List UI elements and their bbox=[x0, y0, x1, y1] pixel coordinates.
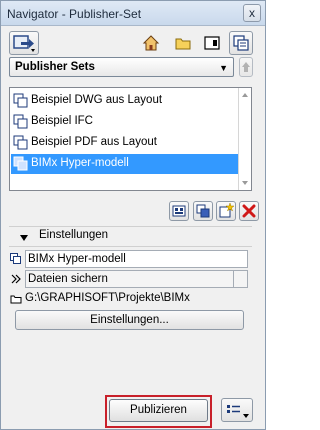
new-item-icon bbox=[219, 202, 235, 218]
publisher-set-icon bbox=[13, 93, 28, 108]
chevron-down-icon: ▼ bbox=[219, 63, 228, 73]
scroll-up-icon bbox=[242, 93, 248, 97]
folder-icon[interactable] bbox=[174, 34, 192, 52]
name-row: BIMx Hyper-modell bbox=[9, 250, 252, 268]
path-value[interactable]: G:\GRAPHISOFT\Projekte\BIMx bbox=[25, 292, 190, 304]
close-button[interactable]: x bbox=[243, 4, 261, 22]
navigator-window: Navigator - Publisher-Set x Publisher Se… bbox=[0, 0, 266, 430]
house-icon[interactable] bbox=[142, 34, 160, 52]
collapse-triangle-icon[interactable] bbox=[19, 233, 29, 243]
list-options-icon bbox=[227, 405, 249, 418]
publisher-set-icon bbox=[13, 114, 28, 129]
delete-icon bbox=[242, 204, 256, 218]
publisher-sets-icon bbox=[233, 35, 249, 51]
up-arrow-icon bbox=[242, 62, 250, 72]
publisher-set-icon bbox=[10, 253, 21, 264]
new-set-icon bbox=[172, 205, 186, 217]
save-mode-dropdown-arrow bbox=[233, 271, 247, 287]
window-title: Navigator - Publisher-Set bbox=[7, 7, 142, 21]
set-name-value: BIMx Hyper-modell bbox=[28, 253, 126, 265]
publisher-set-list[interactable]: Beispiel DWG aus Layout Beispiel IFC Bei… bbox=[9, 87, 252, 191]
save-mode-select[interactable]: Dateien sichern bbox=[25, 270, 248, 288]
save-mode-row: Dateien sichern bbox=[9, 270, 252, 288]
list-item-label: Beispiel PDF aus Layout bbox=[31, 136, 157, 148]
list-item-label: BIMx Hyper-modell bbox=[31, 157, 129, 169]
duplicate-set-button[interactable] bbox=[193, 201, 213, 221]
duplicate-icon bbox=[196, 204, 210, 218]
new-item-button[interactable] bbox=[216, 201, 236, 221]
divider bbox=[9, 226, 252, 227]
navigator-options-icon bbox=[13, 35, 35, 52]
publish-button[interactable]: Publizieren bbox=[109, 399, 208, 422]
list-scrollbar[interactable] bbox=[238, 88, 251, 190]
folder-icon bbox=[10, 295, 22, 304]
path-row: G:\GRAPHISOFT\Projekte\BIMx bbox=[9, 290, 252, 306]
layout-icon[interactable] bbox=[203, 34, 221, 52]
expand-chevron-icon bbox=[11, 274, 21, 284]
publisher-set-icon bbox=[13, 135, 28, 150]
publish-options-button[interactable] bbox=[221, 398, 253, 422]
list-item-selected[interactable]: BIMx Hyper-modell bbox=[11, 154, 239, 174]
list-item[interactable]: Beispiel PDF aus Layout bbox=[11, 133, 239, 153]
navigator-options-button[interactable] bbox=[9, 31, 39, 55]
close-icon: x bbox=[249, 6, 255, 20]
scroll-down-icon bbox=[242, 181, 248, 185]
publisher-set-icon bbox=[13, 156, 28, 171]
save-mode-value: Dateien sichern bbox=[28, 273, 108, 285]
title-bar[interactable]: Navigator - Publisher-Set x bbox=[1, 1, 265, 26]
list-item-label: Beispiel DWG aus Layout bbox=[31, 94, 163, 106]
divider bbox=[9, 246, 252, 247]
delete-button[interactable] bbox=[239, 201, 259, 221]
publisher-sets-tab[interactable] bbox=[229, 31, 253, 55]
publisher-sets-dropdown[interactable]: Publisher Sets ▼ bbox=[9, 57, 234, 77]
up-level-button[interactable] bbox=[239, 57, 253, 77]
list-item-label: Beispiel IFC bbox=[31, 115, 93, 127]
settings-button[interactable]: Einstellungen... bbox=[15, 310, 244, 330]
list-item[interactable]: Beispiel DWG aus Layout bbox=[11, 91, 239, 111]
new-set-button[interactable] bbox=[169, 201, 189, 221]
settings-header: Einstellungen bbox=[39, 229, 109, 241]
set-name-field[interactable]: BIMx Hyper-modell bbox=[25, 250, 248, 268]
list-item[interactable]: Beispiel IFC bbox=[11, 112, 239, 132]
dropdown-label: Publisher Sets bbox=[15, 61, 95, 73]
